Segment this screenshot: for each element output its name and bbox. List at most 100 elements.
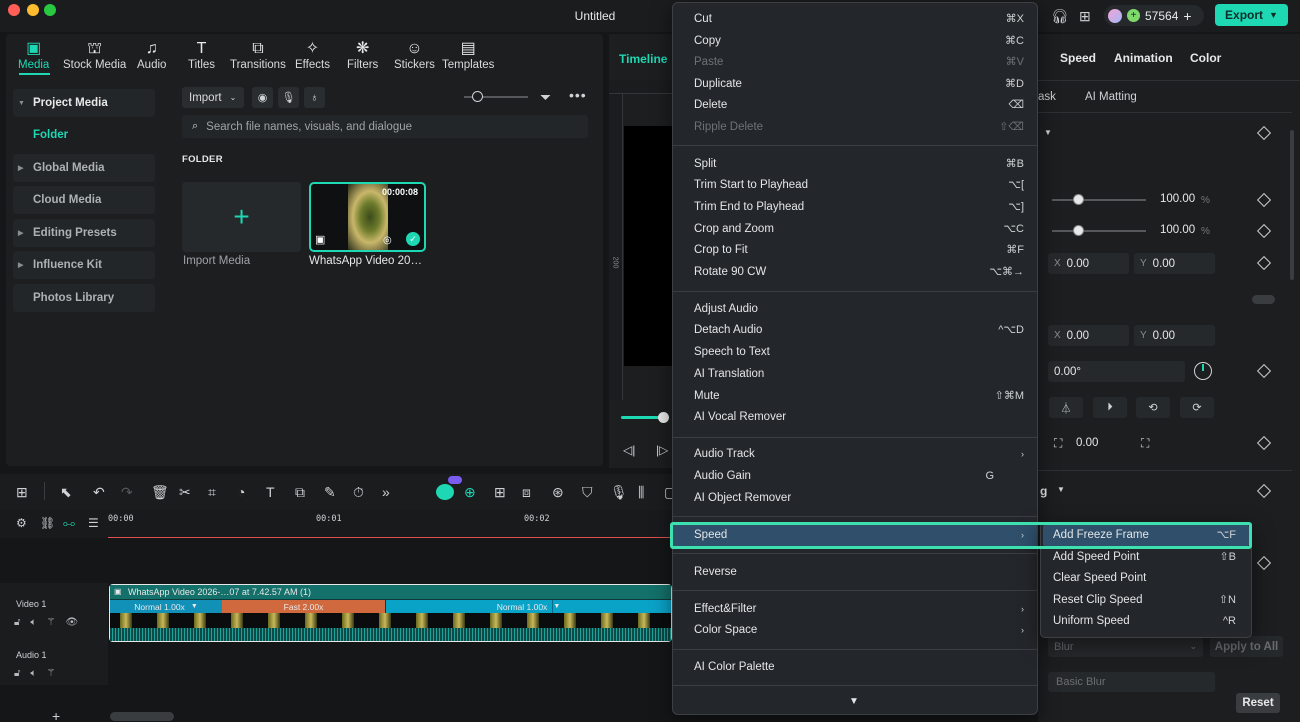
speaker-icon[interactable]: 🔈︎: [30, 617, 36, 628]
layout-grid-icon[interactable]: ⊞: [16, 484, 28, 501]
menu-item-color-space[interactable]: Color Space ›: [694, 622, 1024, 638]
sidebar-item-influence-kit[interactable]: ▶ Influence Kit: [13, 251, 155, 279]
sidebar-item-project-media[interactable]: ▼ Project Media: [13, 89, 155, 117]
play-icon[interactable]: |▷: [656, 443, 668, 457]
speed-dial-icon[interactable]: ◔: [237, 484, 245, 500]
headset-support-icon[interactable]: 🎧︎: [1051, 8, 1069, 25]
menu-item-copy[interactable]: Copy ⌘C: [694, 33, 1024, 49]
import-button[interactable]: Import ⌄: [182, 87, 244, 108]
inspector-scrollbar[interactable]: [1290, 130, 1294, 280]
tab-timeline[interactable]: Timeline: [619, 52, 667, 66]
scissors-icon[interactable]: ✂: [179, 484, 191, 501]
image-icon[interactable]: ⧈: [522, 484, 531, 501]
slider-knob[interactable]: [472, 91, 483, 102]
record-screen-button[interactable]: ◉: [252, 87, 273, 108]
slider-knob[interactable]: [1073, 225, 1084, 236]
chevron-down-icon[interactable]: ▼: [1044, 128, 1052, 137]
anchor-y-value[interactable]: 0.00: [1153, 330, 1175, 342]
scroll-down-icon[interactable]: ▼: [849, 696, 859, 707]
scale-y-value[interactable]: 100.00: [1160, 224, 1195, 236]
magic-icon[interactable]: ⚚: [46, 668, 55, 679]
tab-audio[interactable]: ♫ Audio: [137, 39, 166, 71]
tab-effects[interactable]: ✧ Effects: [295, 39, 330, 71]
add-track-plus-icon[interactable]: +: [52, 708, 60, 722]
magnet-snap-icon[interactable]: ⊕: [464, 484, 476, 501]
menu-item-rotate-90-cw[interactable]: Rotate 90 CW ⌥⌘→: [694, 264, 1024, 280]
scale-x-value[interactable]: 100.00: [1160, 193, 1195, 205]
submenu-item-reset-clip-speed[interactable]: Reset Clip Speed ⇧N: [1053, 592, 1236, 608]
eye-icon[interactable]: 👁︎: [65, 617, 78, 628]
add-track-icon[interactable]: ⊞: [494, 484, 506, 501]
chevron-down-icon[interactable]: ▼: [553, 603, 560, 610]
microphone-icon[interactable]: 🎙︎: [610, 484, 628, 501]
lock-icon[interactable]: 🔓︎: [14, 617, 20, 628]
unlink-icon[interactable]: ⛓: [40, 516, 55, 530]
shield-icon[interactable]: ⛉: [582, 484, 593, 501]
timeline-ruler[interactable]: [108, 510, 672, 538]
credits-badge[interactable]: + 57564 +: [1104, 5, 1204, 26]
search-input[interactable]: ⌕ Search file names, visuals, and dialog…: [182, 115, 588, 138]
tab-ai-matting[interactable]: AI Matting: [1085, 91, 1137, 103]
tab-stickers[interactable]: ☺ Stickers: [394, 39, 435, 71]
chevron-down-icon[interactable]: ▼: [191, 603, 198, 610]
flip-vertical-button[interactable]: ⏵: [1093, 397, 1127, 418]
menu-item-ai-vocal-remover[interactable]: AI Vocal Remover: [694, 409, 1024, 425]
menu-item-effect-filter[interactable]: Effect&Filter ›: [694, 601, 1024, 617]
toggle-switch[interactable]: [1252, 295, 1275, 304]
expand-arrow-icon[interactable]: ▼: [18, 100, 25, 107]
expand-arrow-icon[interactable]: ▶: [18, 164, 23, 172]
chevron-down-icon[interactable]: ▼: [1269, 10, 1278, 20]
rotate-left-button[interactable]: ⟲: [1136, 397, 1170, 418]
tab-media[interactable]: ▣ Media: [18, 39, 49, 71]
avatar[interactable]: [1108, 8, 1122, 23]
sidebar-item-global-media[interactable]: ▶ Global Media: [13, 154, 155, 182]
slider-knob[interactable]: [1073, 194, 1084, 205]
pen-icon[interactable]: ✎: [324, 484, 336, 501]
position-y-value[interactable]: 0.00: [1153, 258, 1175, 270]
preview-scrub-knob[interactable]: [658, 412, 669, 423]
sidebar-item-cloud-media[interactable]: Cloud Media: [13, 186, 155, 214]
menu-item-trim-end[interactable]: Trim End to Playhead ⌥]: [694, 199, 1024, 215]
sidebar-item-photos-library[interactable]: Photos Library: [13, 284, 155, 312]
scale-y-slider[interactable]: [1052, 230, 1146, 232]
tab-speed[interactable]: Speed: [1060, 51, 1096, 65]
add-credits-icon[interactable]: +: [1183, 8, 1191, 24]
sidebar-item-folder[interactable]: Folder: [13, 121, 155, 149]
sidebar-item-editing-presets[interactable]: ▶ Editing Presets: [13, 219, 155, 247]
redo-icon[interactable]: ↷: [121, 484, 133, 501]
menu-item-mute[interactable]: Mute ⇧⌘M: [694, 388, 1024, 404]
ai-generate-button[interactable]: ♁: [304, 87, 325, 108]
menu-item-crop-and-zoom[interactable]: Crop and Zoom ⌥C: [694, 221, 1024, 237]
apply-to-all-button[interactable]: Apply to All: [1210, 636, 1283, 657]
preview-progress[interactable]: [621, 416, 663, 419]
menu-item-reverse[interactable]: Reverse: [694, 564, 1024, 580]
menu-item-crop-to-fit[interactable]: Crop to Fit ⌘F: [694, 242, 1024, 258]
link-clips-icon[interactable]: ⧟: [63, 516, 75, 531]
tab-titles[interactable]: T Titles: [188, 39, 215, 71]
fullscreen-icon[interactable]: ⛶: [1141, 436, 1149, 451]
basic-blur-field[interactable]: Basic Blur: [1048, 672, 1215, 692]
motion-icon[interactable]: ⊛: [552, 484, 564, 501]
ai-assistant-icon[interactable]: [436, 484, 454, 500]
export-button[interactable]: Export ▼: [1215, 4, 1288, 26]
position-y-field[interactable]: Y 0.00: [1134, 253, 1215, 274]
menu-item-ai-color-palette[interactable]: AI Color Palette: [694, 659, 1024, 675]
submenu-item-uniform-speed[interactable]: Uniform Speed ^R: [1053, 613, 1236, 629]
menu-item-cut[interactable]: Cut ⌘X: [694, 11, 1024, 27]
select-pointer-icon[interactable]: ⬉: [60, 484, 72, 501]
speed-segment-normal[interactable]: Normal 1.00x ▼: [110, 600, 222, 613]
filter-funnel-icon[interactable]: ⏷: [540, 89, 551, 106]
record-voice-button[interactable]: 🎙︎: [278, 87, 299, 108]
submenu-item-add-speed-point[interactable]: Add Speed Point ⇧B: [1053, 549, 1236, 565]
settings-gear-icon[interactable]: ⚙: [16, 516, 27, 530]
anchor-y-field[interactable]: Y 0.00: [1134, 325, 1215, 346]
apps-grid-icon[interactable]: ⊞: [1079, 8, 1091, 25]
tab-stock-media[interactable]: ⛫ Stock Media: [63, 39, 126, 71]
rotate-right-button[interactable]: ⟳: [1180, 397, 1214, 418]
rotate-field[interactable]: 0.00°: [1048, 361, 1185, 382]
import-media-card[interactable]: +: [182, 182, 301, 252]
crop-icon[interactable]: ⌗: [208, 484, 216, 501]
timeline-scrollbar[interactable]: [110, 712, 174, 721]
menu-item-delete[interactable]: Delete ⌫: [694, 97, 1024, 113]
menu-item-trim-start[interactable]: Trim Start to Playhead ⌥[: [694, 177, 1024, 193]
